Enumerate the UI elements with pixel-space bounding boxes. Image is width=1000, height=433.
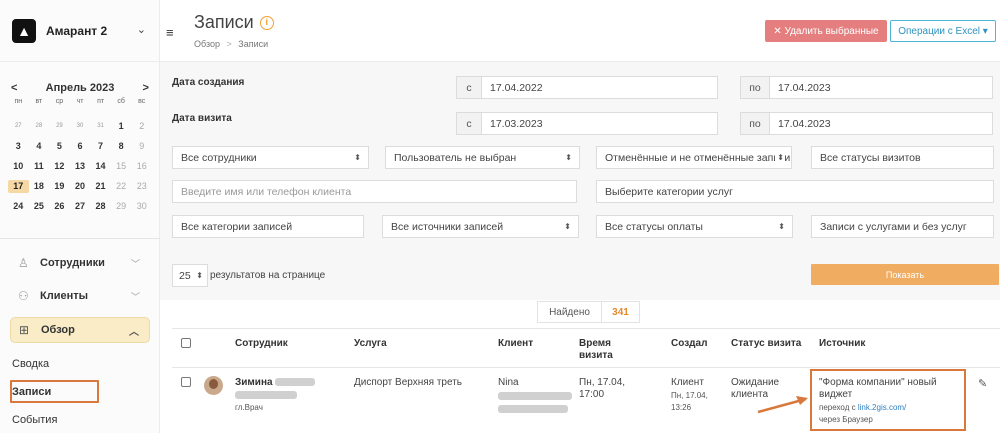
annotation-arrow <box>757 396 808 414</box>
